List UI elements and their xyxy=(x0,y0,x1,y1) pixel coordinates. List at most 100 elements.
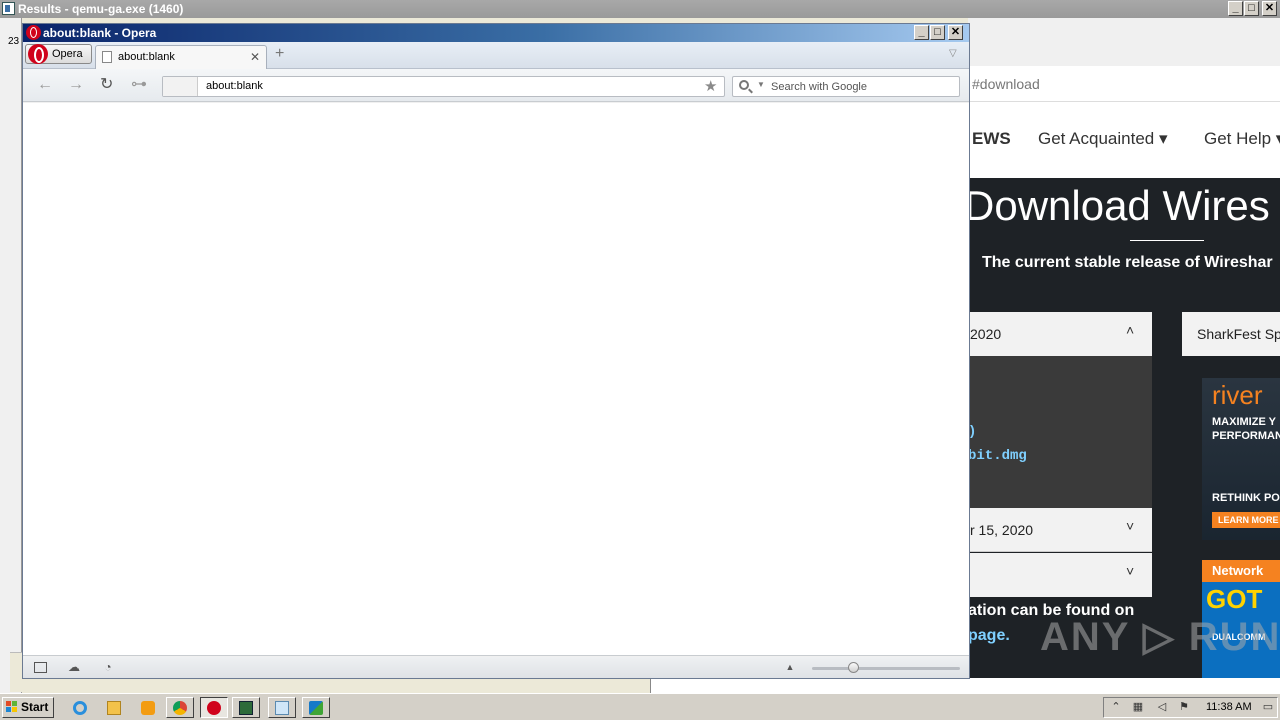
results-title: Results - qemu-ga.exe (1460) xyxy=(18,2,184,16)
tray-expand-icon[interactable]: ⌃ xyxy=(1110,701,1122,713)
opera-minimize-button[interactable]: _ xyxy=(914,25,929,40)
hero-divider xyxy=(1130,240,1204,241)
opera-window: about:blank - Opera _ □ ✕ Opera about:bl… xyxy=(22,23,970,679)
search-input[interactable] xyxy=(771,78,955,95)
results-app-icon xyxy=(2,2,15,15)
reload-button[interactable]: ↻ xyxy=(100,76,113,94)
arrow-up-icon[interactable]: ▲ xyxy=(783,660,797,674)
info-link[interactable]: page. xyxy=(968,627,1010,645)
network-icon[interactable]: ▦ xyxy=(1132,701,1144,713)
background-browser-page: #download EWS Get Acquainted ▾ Get Help … xyxy=(968,18,1280,678)
results-minimize-button[interactable]: _ xyxy=(1228,1,1243,16)
opera-maximize-button[interactable]: □ xyxy=(930,25,945,40)
results-titlebar[interactable]: Results - qemu-ga.exe (1460) _ □ ✕ xyxy=(0,0,1280,18)
background-url-bar[interactable]: #download xyxy=(968,66,1280,102)
riverbed-ad[interactable]: river MAXIMIZE Y PERFORMAN RETHINK PO LE… xyxy=(1202,378,1280,540)
wand-key-icon[interactable]: ⊶ xyxy=(131,76,147,94)
ad-learn-more-button[interactable]: LEARN MORE xyxy=(1212,512,1280,528)
opera-menu-logo-icon xyxy=(28,44,48,64)
anyrun-watermark: ANY ▷ RUN xyxy=(1040,615,1280,659)
address-text[interactable]: about:blank xyxy=(206,80,263,92)
close-tab-icon[interactable]: ✕ xyxy=(250,46,260,68)
nav-get-acquainted[interactable]: Get Acquainted ▾ xyxy=(1038,129,1168,149)
hero-title: Download Wires xyxy=(968,182,1270,229)
search-box[interactable]: ▼ xyxy=(732,76,960,97)
volume-icon[interactable]: ◁ xyxy=(1156,701,1168,713)
opera-close-button[interactable]: ✕ xyxy=(948,25,963,40)
taskbar-wireshark[interactable] xyxy=(302,697,330,718)
tab-menu-icon[interactable]: ▽ xyxy=(949,48,957,59)
results-maximize-button[interactable]: □ xyxy=(1244,1,1259,16)
ad-line-1: MAXIMIZE Y xyxy=(1212,416,1276,428)
tab-about-blank[interactable]: about:blank ✕ xyxy=(95,45,267,69)
download-panel-body: ) bit.dmg xyxy=(968,356,1152,508)
windows-logo-icon xyxy=(6,701,18,713)
page-icon xyxy=(102,51,112,63)
chevron-down-icon: ˅ xyxy=(1126,518,1135,534)
opera-menu-button[interactable]: Opera xyxy=(25,44,92,64)
page-content[interactable] xyxy=(23,103,969,656)
panel-toggle-icon[interactable] xyxy=(34,662,47,673)
download-link-dmg[interactable]: bit.dmg xyxy=(968,448,1027,464)
ad2-headline: GOT xyxy=(1206,584,1263,614)
ad2-header: Network xyxy=(1202,560,1280,582)
nav-news[interactable]: EWS xyxy=(972,129,1011,149)
opera-icon xyxy=(207,701,221,715)
ad-brand: river xyxy=(1212,380,1263,410)
taskbar-notepad[interactable] xyxy=(268,697,296,718)
process-icon xyxy=(239,701,253,715)
opera-tab-bar: Opera about:blank ✕ + ▽ xyxy=(23,42,969,69)
opera-status-bar: ☁ ◔ ▲ xyxy=(23,657,969,678)
back-button[interactable]: ← xyxy=(37,76,53,94)
ie-icon xyxy=(73,701,87,715)
taskbar-process[interactable] xyxy=(232,697,260,718)
download-panel-old[interactable]: r 15, 2020 ˅ xyxy=(968,508,1152,552)
results-left-pane xyxy=(0,18,22,693)
turbo-gauge-icon[interactable]: ◔ xyxy=(101,660,115,674)
download-panel-old-label: r 15, 2020 xyxy=(970,522,1034,538)
background-url-text: #download xyxy=(972,76,1040,92)
start-button[interactable]: Start xyxy=(2,697,54,718)
tab-label: about:blank xyxy=(118,51,175,63)
taskbar-ie[interactable] xyxy=(66,697,94,718)
taskbar-explorer[interactable] xyxy=(100,697,128,718)
sharkfest-card[interactable]: SharkFest Sp xyxy=(1182,312,1280,356)
media-player-icon xyxy=(141,701,155,715)
opera-window-title: about:blank - Opera xyxy=(43,26,157,40)
unite-cloud-icon[interactable]: ☁ xyxy=(67,660,81,674)
opera-menu-label: Opera xyxy=(52,48,83,60)
zoom-slider-track[interactable] xyxy=(812,667,960,670)
wireshark-icon xyxy=(309,701,323,715)
clock[interactable]: 11:38 AM xyxy=(1206,701,1252,713)
opera-titlebar[interactable]: about:blank - Opera _ □ ✕ xyxy=(23,24,969,42)
search-icon[interactable] xyxy=(739,80,749,90)
opera-logo-icon xyxy=(26,25,41,40)
notepad-icon xyxy=(275,701,289,715)
results-close-button[interactable]: ✕ xyxy=(1262,1,1277,16)
folder-icon xyxy=(107,701,121,715)
download-panel-stable-label: 2020 xyxy=(970,326,1002,342)
taskbar-media-player[interactable] xyxy=(134,697,162,718)
flag-icon[interactable]: ⚑ xyxy=(1178,701,1190,713)
site-nav: EWS Get Acquainted ▾ Get Help ▾ xyxy=(968,102,1280,178)
address-badge[interactable] xyxy=(163,77,198,96)
bookmark-star-icon[interactable]: ★ xyxy=(704,77,717,95)
system-tray: ⌃ ▦ ◁ ⚑ 11:38 AM ▭ xyxy=(1103,697,1278,718)
taskbar-opera[interactable] xyxy=(200,697,228,718)
results-stub-text: 23 xyxy=(8,36,20,47)
hero-subtitle: The current stable release of Wireshar xyxy=(982,254,1273,271)
zoom-slider-thumb[interactable] xyxy=(847,662,859,673)
address-bar[interactable]: about:blank ★ xyxy=(162,76,725,97)
chrome-icon xyxy=(173,701,187,715)
download-panel-stable[interactable]: 2020 ˄ xyxy=(968,312,1152,356)
download-panel-docs[interactable]: ˅ xyxy=(968,553,1152,597)
start-label: Start xyxy=(21,700,49,714)
background-tabstrip xyxy=(968,18,1280,66)
taskbar-chrome[interactable] xyxy=(166,697,194,718)
nav-get-help[interactable]: Get Help ▾ xyxy=(1204,129,1280,149)
new-tab-button[interactable]: + xyxy=(275,46,284,62)
forward-button[interactable]: → xyxy=(68,76,84,94)
search-engine-dropdown-icon[interactable]: ▼ xyxy=(757,80,765,89)
show-desktop-icon[interactable]: ▭ xyxy=(1262,701,1274,713)
ad-line-2: PERFORMAN xyxy=(1212,430,1280,442)
